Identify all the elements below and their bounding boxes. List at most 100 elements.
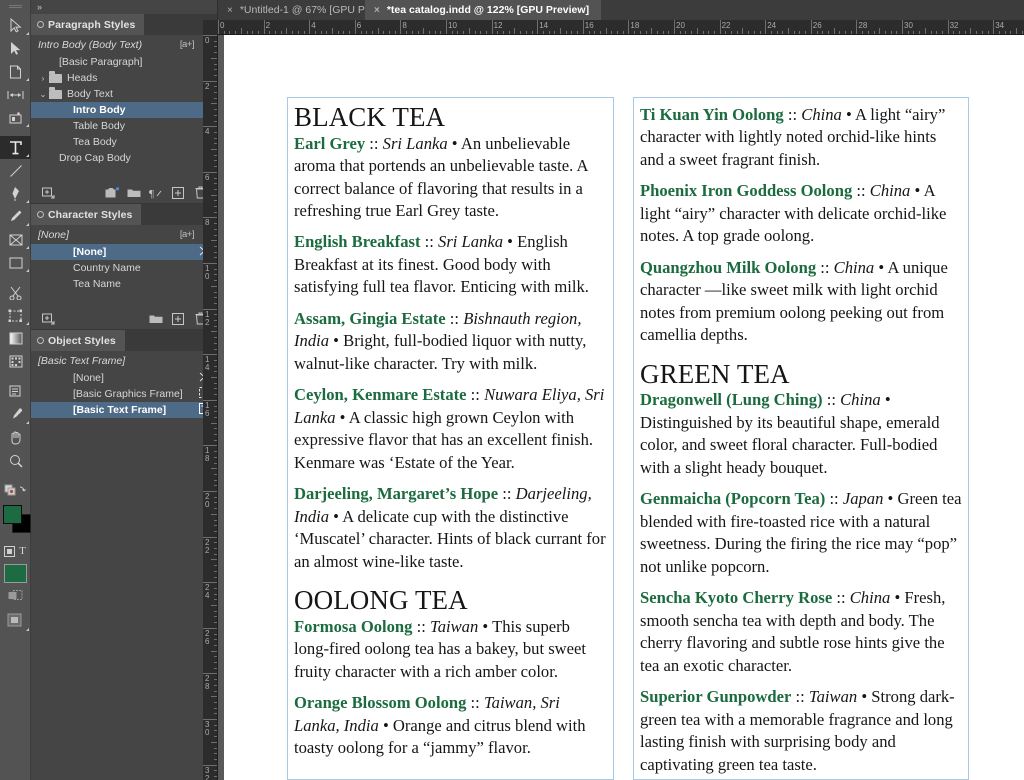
folder-icon[interactable] (123, 182, 145, 203)
style-row-tea-name[interactable]: Tea Name (31, 276, 217, 292)
eyedropper-tool[interactable] (0, 403, 31, 426)
tea-entry: Sencha Kyoto Cherry Rose :: China • Fres… (640, 587, 962, 677)
tea-entry: Earl Grey :: Sri Lanka • An unbelievable… (294, 133, 607, 223)
document-canvas[interactable]: BLACK TEA Earl Grey :: Sri Lanka • An un… (218, 35, 1024, 780)
style-row-basic-paragraph[interactable]: [Basic Paragraph] (31, 54, 217, 70)
ruler-minor-tick (214, 565, 217, 567)
folder-icon[interactable] (145, 308, 167, 329)
style-row-drop-cap-body[interactable]: Drop Cap Body (31, 150, 217, 166)
paragraph-styles-panel: Paragraph Styles Intro Body (Body Text) … (31, 14, 217, 204)
ruler-minor-tick (953, 31, 955, 34)
ruler-minor-tick (731, 31, 732, 34)
ruler-minor-tick (845, 31, 846, 34)
character-styles-current-row[interactable]: [None] [a+] (31, 225, 217, 244)
screen-mode-icon[interactable] (0, 607, 31, 633)
style-override-indicator[interactable]: [a+] (180, 39, 195, 50)
note-tool[interactable] (0, 380, 31, 403)
ruler-minor-tick (656, 31, 658, 34)
tea-entry: Darjeeling, Margaret’s Hope :: Darjeelin… (294, 483, 607, 573)
style-label: Heads (67, 72, 98, 84)
close-icon[interactable]: × (374, 5, 380, 16)
content-collector-tool[interactable] (0, 106, 31, 129)
hand-tool[interactable] (0, 426, 31, 449)
fill-stroke-toggle-icon[interactable] (0, 479, 31, 502)
ruler-label: 2 (205, 81, 210, 91)
ruler-minor-tick (214, 456, 217, 458)
document-page[interactable]: BLACK TEA Earl Grey :: Sri Lanka • An un… (224, 35, 1024, 780)
ruler-origin[interactable] (203, 20, 218, 35)
new-style-icon[interactable] (167, 308, 189, 329)
normal-view-mode-icon[interactable] (0, 584, 31, 607)
ruler-label: 6 (356, 21, 362, 30)
style-row-heads[interactable]: › Heads (31, 70, 217, 86)
ruler-minor-tick (805, 31, 807, 34)
pen-tool[interactable] (0, 182, 31, 205)
ruler-minor-tick (214, 542, 217, 544)
clear-overrides-icon[interactable]: ¶ (145, 182, 167, 203)
tab-character-styles[interactable]: Character Styles (31, 204, 142, 225)
fill-swatch[interactable] (3, 505, 22, 524)
page-tool[interactable] (0, 60, 31, 83)
style-row-intro-body[interactable]: Intro Body (31, 102, 217, 118)
new-style-group-icon[interactable] (37, 308, 59, 329)
character-styles-list[interactable]: [None] Country Name Tea Name (31, 244, 217, 308)
formatting-affects-container-icon[interactable] (4, 545, 16, 557)
new-style-from-selection-icon[interactable] (101, 182, 123, 203)
fill-stroke-swatch[interactable] (0, 502, 31, 542)
free-transform-tool[interactable] (0, 304, 31, 327)
ruler-label: 0 (220, 21, 225, 30)
apply-color-icon[interactable] (3, 563, 27, 583)
tab-paragraph-styles[interactable]: Paragraph Styles (31, 14, 145, 35)
zoom-tool[interactable] (0, 449, 31, 472)
ruler-minor-tick (214, 553, 217, 555)
ruler-label: 22 (205, 537, 210, 555)
left-text-frame[interactable]: BLACK TEA Earl Grey :: Sri Lanka • An un… (287, 97, 614, 780)
tea-separator: :: (832, 588, 850, 608)
toolbar-drag-handle[interactable] (0, 0, 30, 14)
right-text-frame[interactable]: Ti Kuan Yin Oolong :: China • A light “a… (633, 97, 969, 780)
style-row-table-body[interactable]: Table Body (31, 118, 217, 134)
pencil-tool[interactable] (0, 205, 31, 228)
style-row-basic-text-frame[interactable]: [Basic Text Frame] (31, 402, 217, 418)
paragraph-styles-current-row[interactable]: Intro Body (Body Text) [a+] (31, 35, 217, 54)
style-row-none-character[interactable]: [None] (31, 244, 217, 260)
rectangle-tool[interactable] (0, 251, 31, 274)
style-row-body-text[interactable]: ⌄ Body Text (31, 86, 217, 102)
style-row-country-name[interactable]: Country Name (31, 260, 217, 276)
tab-object-styles[interactable]: Object Styles (31, 330, 125, 351)
scissors-tool[interactable] (0, 281, 31, 304)
formatting-affects-text-icon[interactable]: T (19, 545, 26, 557)
ruler-minor-tick (919, 31, 921, 34)
style-row-basic-graphics-frame[interactable]: [Basic Graphics Frame] (31, 386, 217, 402)
style-row-tea-body[interactable]: Tea Body (31, 134, 217, 150)
type-tool[interactable] (0, 136, 31, 159)
ruler-minor-tick (394, 31, 396, 34)
gradient-swatch-tool[interactable] (0, 327, 31, 350)
vertical-ruler[interactable]: 0 2 4 6 8 10 12 14 16 18 20 22 24 26 28 30 32 (203, 35, 218, 780)
ruler-label: 0 (205, 36, 210, 45)
selection-tool[interactable] (0, 14, 31, 37)
collapse-panels-icon[interactable]: » (31, 0, 217, 14)
ruler-minor-tick (622, 31, 624, 34)
direct-selection-tool[interactable] (0, 37, 31, 60)
ruler-minor-tick (1010, 31, 1012, 34)
horizontal-ruler[interactable]: 0 2 4 6 8 10 12 14 16 18 20 22 24 26 28 30 32 34 (218, 20, 1024, 35)
gradient-feather-tool[interactable] (0, 350, 31, 373)
close-icon[interactable]: × (227, 5, 233, 16)
gap-tool[interactable] (0, 83, 31, 106)
new-style-group-icon[interactable] (37, 182, 59, 203)
style-override-indicator[interactable]: [a+] (180, 229, 195, 240)
tea-name: Orange Blossom Oolong (294, 693, 467, 713)
paragraph-styles-list[interactable]: [Basic Paragraph] › Heads ⌄ Body Text In… (31, 54, 217, 182)
chevron-right-icon[interactable]: › (37, 74, 49, 83)
chevron-down-icon[interactable]: ⌄ (37, 90, 49, 99)
object-styles-list[interactable]: [None] [Basic Graphics Frame] [Basic Tex… (31, 370, 217, 418)
new-style-icon[interactable] (167, 182, 189, 203)
bullet: • (447, 133, 461, 153)
frame-tool[interactable] (0, 228, 31, 251)
object-styles-current-row[interactable]: [Basic Text Frame] (31, 351, 217, 370)
style-row-none-object[interactable]: [None] (31, 370, 217, 386)
line-tool[interactable] (0, 159, 31, 182)
ruler-label: 26 (812, 21, 822, 30)
document-tab-tea-catalog[interactable]: × *tea catalog.indd @ 122% [GPU Preview] (365, 0, 602, 20)
